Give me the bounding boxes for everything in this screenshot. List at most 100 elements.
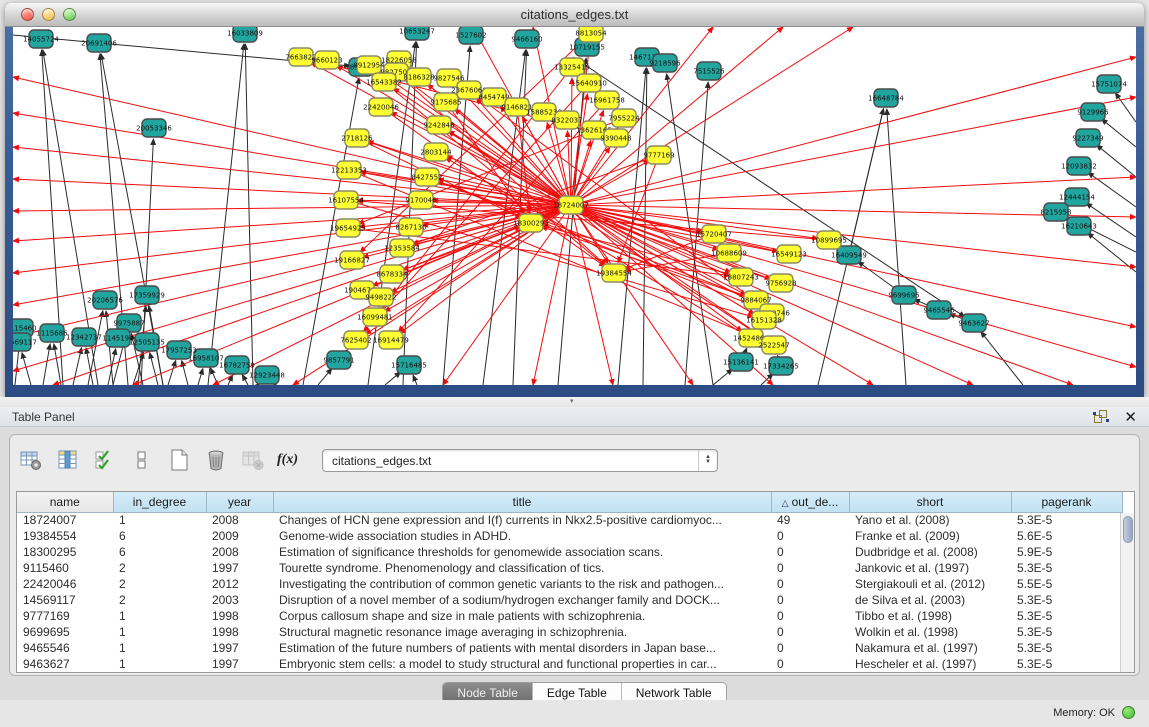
table-cell[interactable]: Nakamura et al. (1997) <box>849 640 1011 656</box>
table-cell[interactable]: Yano et al. (2008) <box>849 512 1011 528</box>
table-cell[interactable]: 5.3E-5 <box>1011 608 1122 624</box>
table-cell[interactable]: 5.3E-5 <box>1011 640 1122 656</box>
table-cell[interactable]: 19384554 <box>17 528 113 544</box>
table-cell[interactable]: Embryonic stem cells: a model to study s… <box>273 656 771 672</box>
table-cell[interactable]: 14569117 <box>17 592 113 608</box>
table-cell[interactable]: 1997 <box>206 656 273 672</box>
table-cell[interactable]: 0 <box>771 624 849 640</box>
column-header-out_de[interactable]: △out_de... <box>771 492 849 512</box>
table-cell[interactable]: 9465546 <box>17 640 113 656</box>
table-row[interactable]: 1456911722003Disruption of a novel membe… <box>17 592 1122 608</box>
table-cell[interactable]: 0 <box>771 656 849 672</box>
table-cell[interactable]: 49 <box>771 512 849 528</box>
table-cell[interactable]: Dudbridge et al. (2008) <box>849 544 1011 560</box>
new-table-icon[interactable] <box>166 447 192 473</box>
network-canvas[interactable]: 1872400714055724206914061603380910653247… <box>13 27 1136 385</box>
memory-status-icon[interactable] <box>1122 706 1135 719</box>
table-cell[interactable]: 0 <box>771 560 849 576</box>
table-row[interactable]: 1938455462009Genome-wide association stu… <box>17 528 1122 544</box>
table-column-icon[interactable] <box>55 447 81 473</box>
table-cell[interactable]: Franke et al. (2009) <box>849 528 1011 544</box>
table-cell[interactable]: 1 <box>113 608 206 624</box>
network-window-titlebar[interactable]: citations_edges.txt <box>5 3 1144 27</box>
table-cell[interactable]: 9115460 <box>17 560 113 576</box>
close-panel-icon[interactable]: ✕ <box>1124 408 1137 426</box>
select-rows-icon[interactable] <box>92 447 118 473</box>
table-cell[interactable]: 5.3E-5 <box>1011 624 1122 640</box>
table-cell[interactable]: 1 <box>113 624 206 640</box>
table-cell[interactable]: 0 <box>771 608 849 624</box>
table-cell[interactable]: 5.3E-5 <box>1011 592 1122 608</box>
table-cell[interactable]: 2012 <box>206 576 273 592</box>
table-cell[interactable]: 2008 <box>206 544 273 560</box>
table-cell[interactable]: 5.3E-5 <box>1011 512 1122 528</box>
table-row[interactable]: 2242004622012Investigating the contribut… <box>17 576 1122 592</box>
table-cell[interactable]: Changes of HCN gene expression and I(f) … <box>273 512 771 528</box>
table-cell[interactable]: 5.3E-5 <box>1011 560 1122 576</box>
table-cell[interactable]: 5.9E-5 <box>1011 544 1122 560</box>
table-cell[interactable]: 1998 <box>206 624 273 640</box>
table-cell[interactable]: 0 <box>771 640 849 656</box>
table-row[interactable]: 946362711997Embryonic stem cells: a mode… <box>17 656 1122 672</box>
table-cell[interactable]: 1998 <box>206 608 273 624</box>
table-cell[interactable]: 0 <box>771 544 849 560</box>
table-row[interactable]: 1872400712008Changes of HCN gene express… <box>17 512 1122 528</box>
import-rows-icon[interactable] <box>129 447 155 473</box>
table-cell[interactable]: 2003 <box>206 592 273 608</box>
table-cell[interactable]: 5.6E-5 <box>1011 528 1122 544</box>
table-cell[interactable]: 0 <box>771 528 849 544</box>
table-cell[interactable]: Estimation of significance thresholds fo… <box>273 544 771 560</box>
column-header-title[interactable]: title <box>273 492 771 512</box>
table-cell[interactable]: Wolkin et al. (1998) <box>849 624 1011 640</box>
table-cell[interactable]: Tibbo et al. (1998) <box>849 608 1011 624</box>
table-cell[interactable]: 22420046 <box>17 576 113 592</box>
table-cell[interactable]: Tourette syndrome. Phenomenology and cla… <box>273 560 771 576</box>
column-header-in_degree[interactable]: in_degree <box>113 492 206 512</box>
table-cell[interactable]: 5.5E-5 <box>1011 576 1122 592</box>
table-cell[interactable]: 9699695 <box>17 624 113 640</box>
table-cell[interactable]: 18300295 <box>17 544 113 560</box>
table-cell[interactable]: 6 <box>113 544 206 560</box>
table-cell[interactable]: 0 <box>771 576 849 592</box>
table-cell[interactable]: Hescheler et al. (1997) <box>849 656 1011 672</box>
table-cell[interactable]: 2 <box>113 576 206 592</box>
table-cell[interactable]: 1 <box>113 656 206 672</box>
function-builder-icon[interactable]: f(x) <box>277 447 298 473</box>
table-cell[interactable]: 2 <box>113 592 206 608</box>
table-cell[interactable]: Stergiakouli et al. (2012) <box>849 576 1011 592</box>
table-cell[interactable]: Estimation of the future numbers of pati… <box>273 640 771 656</box>
table-cell[interactable]: 1997 <box>206 640 273 656</box>
table-cell[interactable]: Structural magnetic resonance image aver… <box>273 624 771 640</box>
panel-splitter[interactable]: ▾ <box>0 397 1149 407</box>
table-cell[interactable]: Jankovic et al. (1997) <box>849 560 1011 576</box>
delete-table-icon[interactable] <box>203 447 229 473</box>
float-panel-icon[interactable] <box>1093 409 1109 425</box>
splitter-handle-icon[interactable]: ▾ <box>570 399 580 405</box>
table-cell[interactable]: Investigating the contribution of common… <box>273 576 771 592</box>
column-header-short[interactable]: short <box>849 492 1011 512</box>
table-cell[interactable]: Corpus callosum shape and size in male p… <box>273 608 771 624</box>
table-cell[interactable]: 0 <box>771 592 849 608</box>
table-cell[interactable]: 9777169 <box>17 608 113 624</box>
table-cell[interactable]: 18724007 <box>17 512 113 528</box>
table-cell[interactable]: de Silva et al. (2003) <box>849 592 1011 608</box>
table-cell[interactable]: 1997 <box>206 560 273 576</box>
table-cell[interactable]: 2009 <box>206 528 273 544</box>
table-cell[interactable]: 9463627 <box>17 656 113 672</box>
table-cell[interactable]: 1 <box>113 512 206 528</box>
table-row[interactable]: 1830029562008Estimation of significance … <box>17 544 1122 560</box>
table-scrollbar[interactable] <box>1120 513 1134 672</box>
table-cell[interactable]: 1 <box>113 640 206 656</box>
table-cell[interactable]: 6 <box>113 528 206 544</box>
column-header-year[interactable]: year <box>206 492 273 512</box>
table-cell[interactable]: 2008 <box>206 512 273 528</box>
column-header-name[interactable]: name <box>17 492 113 512</box>
table-cell[interactable]: Genome-wide association studies in ADHD. <box>273 528 771 544</box>
table-row[interactable]: 969969511998Structural magnetic resonanc… <box>17 624 1122 640</box>
table-row[interactable]: 911546021997Tourette syndrome. Phenomeno… <box>17 560 1122 576</box>
table-row[interactable]: 977716911998Corpus callosum shape and si… <box>17 608 1122 624</box>
table-scrollbar-thumb[interactable] <box>1123 516 1133 543</box>
network-view[interactable]: 1872400714055724206914061603380910653247… <box>13 27 1136 385</box>
table-cell[interactable]: Disruption of a novel member of a sodium… <box>273 592 771 608</box>
column-header-pagerank[interactable]: pagerank <box>1011 492 1122 512</box>
